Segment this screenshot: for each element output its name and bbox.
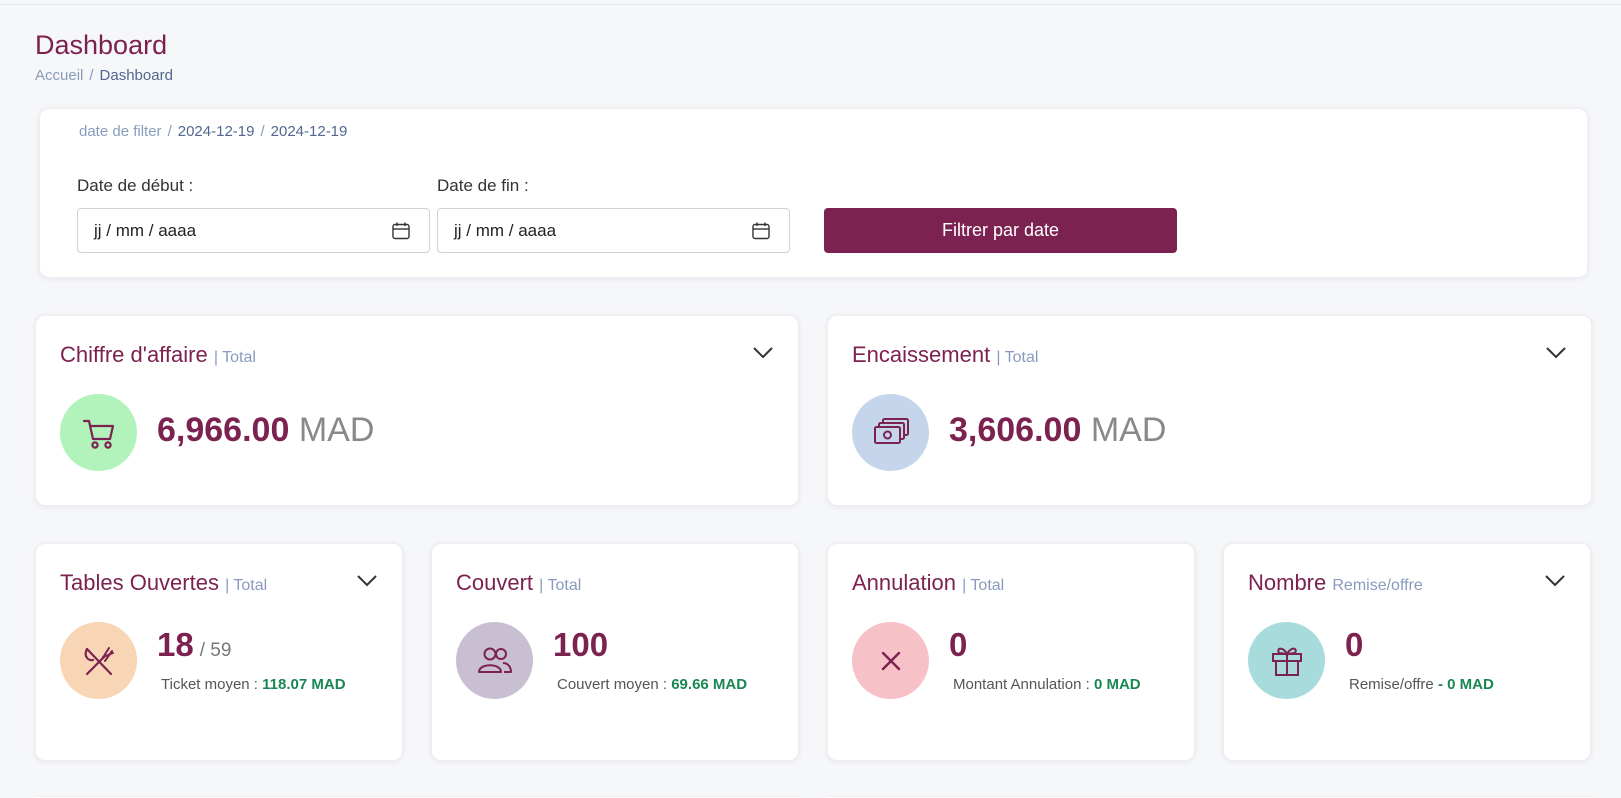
value-total: / 59 xyxy=(199,640,232,661)
filter-summary-separator: / xyxy=(260,123,265,140)
card-title-text: Encaissement xyxy=(852,342,991,367)
filter-summary-separator: / xyxy=(167,123,172,140)
value-number: 6,966.00 xyxy=(157,411,290,449)
collection-card-title: Encaissement | Total xyxy=(852,342,1038,368)
breadcrumb-home-link[interactable]: Accueil xyxy=(35,67,83,84)
revenue-value: 6,966.00 MAD xyxy=(157,411,374,450)
chevron-down-icon[interactable] xyxy=(356,574,378,588)
revenue-card-title: Chiffre d'affaire | Total xyxy=(60,342,256,368)
value-unit: MAD xyxy=(1090,411,1167,449)
card-title-text: Annulation xyxy=(852,570,956,595)
value-number: 100 xyxy=(553,626,609,663)
date-filter-card: date de filter / 2024-12-19 / 2024-12-19 Dat… xyxy=(39,108,1588,278)
cancellation-card-title: Annulation | Total xyxy=(852,570,1004,596)
page-title: Dashboard xyxy=(35,30,168,60)
value-unit: MAD xyxy=(298,411,375,449)
people-icon xyxy=(477,647,512,673)
breadcrumb-separator: / xyxy=(89,67,94,84)
cutlery-icon xyxy=(84,646,114,675)
card-title-text: Chiffre d'affaire xyxy=(60,342,208,367)
open-tables-card: Tables Ouvertes | Total 18/ 59 Ticket mo… xyxy=(35,543,403,761)
chevron-down-icon[interactable] xyxy=(1545,346,1567,360)
cart-icon xyxy=(82,419,114,449)
detail-value: 118.07 MAD xyxy=(262,676,346,693)
discount-value: 0 xyxy=(1345,626,1363,664)
collection-value: 3,606.00 MAD xyxy=(949,411,1166,450)
start-date-value: jj / mm / aaaa xyxy=(94,221,197,240)
icon-badge xyxy=(1248,622,1325,699)
open-tables-card-title: Tables Ouvertes | Total xyxy=(60,570,267,596)
cancellation-card: Annulation | Total 0 Montant Annulation … xyxy=(827,543,1195,761)
breadcrumb-current: Dashboard xyxy=(99,67,173,84)
detail-label: Montant Annulation : xyxy=(953,676,1090,693)
detail-value: 0 MAD xyxy=(1093,676,1141,693)
breadcrumb: Accueil / Dashboard xyxy=(35,67,173,84)
value-number: 18 xyxy=(157,626,194,663)
start-date-label: Date de début : xyxy=(77,176,194,195)
detail-label: Couvert moyen : xyxy=(557,676,668,693)
calendar-icon[interactable] xyxy=(751,221,771,241)
chevron-down-icon[interactable] xyxy=(752,346,774,360)
icon-badge xyxy=(852,622,929,699)
top-divider xyxy=(0,4,1621,5)
close-icon xyxy=(881,651,900,670)
card-title-text: Tables Ouvertes xyxy=(60,570,219,595)
icon-badge xyxy=(60,394,137,471)
filter-summary-label: date de filter xyxy=(79,123,162,140)
start-date-input[interactable]: jj / mm / aaaa xyxy=(77,208,430,253)
card-title-sub: | Total xyxy=(225,577,268,594)
end-date-input[interactable]: jj / mm / aaaa xyxy=(437,208,790,253)
card-title-sub: | Total xyxy=(996,349,1039,366)
detail-value: 69.66 MAD xyxy=(671,676,748,693)
card-title-text: Nombre xyxy=(1248,570,1327,595)
filter-summary: date de filter / 2024-12-19 / 2024-12-19 xyxy=(79,123,347,140)
ticket-average: Ticket moyen : 118.07 MAD xyxy=(161,676,346,693)
detail-label: Remise/offre xyxy=(1349,676,1434,693)
card-title-sub: | Total xyxy=(962,577,1005,594)
card-title-text: Couvert xyxy=(456,570,534,595)
icon-badge xyxy=(456,622,533,699)
discount-card-title: Nombre Remise/offre xyxy=(1248,570,1423,596)
open-tables-value: 18/ 59 xyxy=(157,626,231,664)
end-date-value: jj / mm / aaaa xyxy=(454,221,557,240)
icon-badge xyxy=(60,622,137,699)
card-title-sub: Remise/offre xyxy=(1332,577,1423,594)
end-date-label: Date de fin : xyxy=(437,176,529,195)
gift-icon xyxy=(1271,647,1302,676)
calendar-icon[interactable] xyxy=(391,221,411,241)
filter-by-date-button[interactable]: Filtrer par date xyxy=(824,208,1177,253)
collection-card: Encaissement | Total 3,606.00 MAD xyxy=(827,315,1592,506)
filter-summary-end: 2024-12-19 xyxy=(270,123,348,140)
card-title-sub: | Total xyxy=(213,349,256,366)
filter-summary-start: 2024-12-19 xyxy=(177,123,255,140)
detail-label: Ticket moyen : xyxy=(161,676,258,693)
detail-value: - 0 MAD xyxy=(1437,676,1494,693)
value-number: 3,606.00 xyxy=(949,411,1082,449)
covers-card-title: Couvert | Total xyxy=(456,570,581,596)
discount-amount: Remise/offre - 0 MAD xyxy=(1349,676,1494,693)
cancellation-value: 0 xyxy=(949,626,967,664)
chevron-down-icon[interactable] xyxy=(1544,574,1566,588)
value-number: 0 xyxy=(949,626,968,663)
covers-card: Couvert | Total 100 Couvert moyen : 69.6… xyxy=(431,543,799,761)
card-title-sub: | Total xyxy=(539,577,582,594)
cash-icon xyxy=(873,417,909,444)
icon-badge xyxy=(852,394,929,471)
cover-average: Couvert moyen : 69.66 MAD xyxy=(557,676,747,693)
covers-value: 100 xyxy=(553,626,608,664)
cancellation-amount: Montant Annulation : 0 MAD xyxy=(953,676,1141,693)
discount-card: Nombre Remise/offre 0 Remise/offre - 0 M… xyxy=(1223,543,1591,761)
revenue-card: Chiffre d'affaire | Total 6,966.00 MAD xyxy=(35,315,799,506)
value-number: 0 xyxy=(1345,626,1364,663)
